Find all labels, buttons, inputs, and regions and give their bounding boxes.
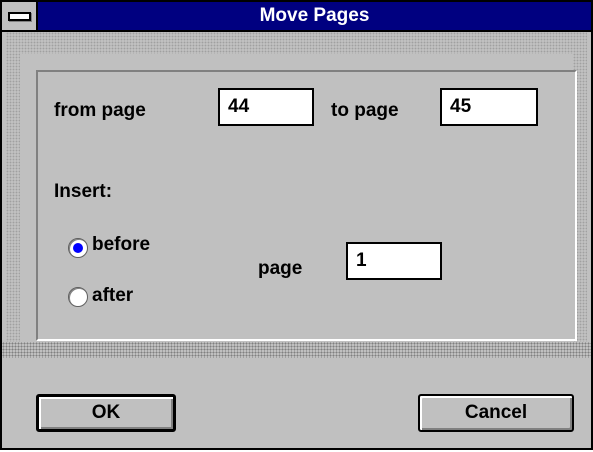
frame-pattern-left	[6, 32, 20, 342]
ok-button[interactable]: OK	[36, 394, 176, 432]
from-page-label: from page	[54, 100, 146, 121]
before-radio[interactable]	[68, 238, 88, 258]
system-menu-button[interactable]	[2, 2, 38, 30]
radio-selected-dot	[73, 243, 83, 253]
title-bar: Move Pages	[2, 2, 591, 32]
from-page-field[interactable]: 44	[218, 88, 314, 126]
to-page-label: to page	[331, 100, 399, 121]
system-menu-icon	[8, 12, 31, 21]
after-radio[interactable]	[68, 287, 88, 307]
button-area-separator	[2, 342, 591, 358]
before-radio-label[interactable]: before	[92, 234, 150, 256]
after-radio-label[interactable]: after	[92, 285, 133, 307]
page-label: page	[258, 258, 303, 279]
insert-label: Insert:	[54, 181, 113, 202]
move-pages-dialog: Move Pages from page 44 to page 45 Inser…	[0, 0, 593, 450]
frame-pattern-top	[6, 32, 587, 54]
to-page-field[interactable]: 45	[440, 88, 538, 126]
dialog-title: Move Pages	[259, 5, 370, 26]
cancel-button[interactable]: Cancel	[418, 394, 574, 432]
page-number-field[interactable]: 1	[346, 242, 442, 280]
